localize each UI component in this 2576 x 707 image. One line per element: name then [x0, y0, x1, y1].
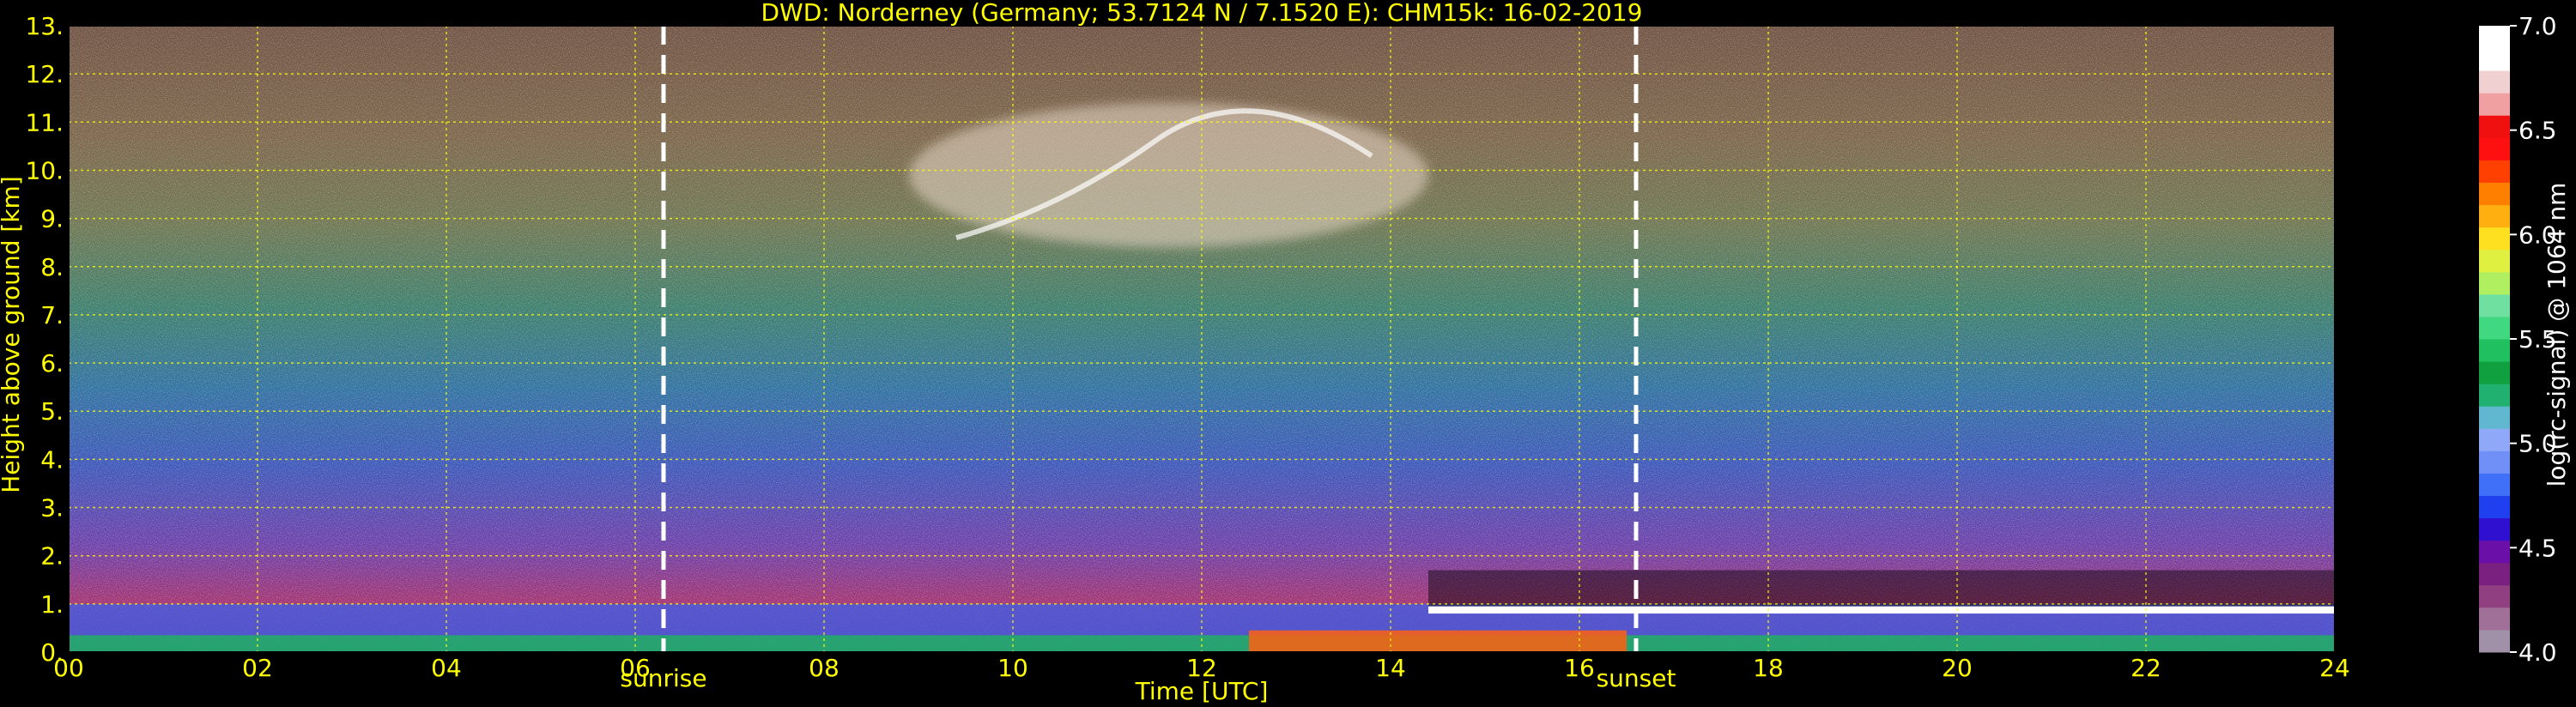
- dense-aerosol-layer: [1249, 630, 1627, 652]
- colorbar-tick-label: 4.0: [2518, 638, 2557, 667]
- sunset-label: sunset: [1597, 664, 1676, 692]
- low-cloud-top: [1428, 606, 2335, 614]
- y-axis-label: Height above ground [km]: [0, 176, 25, 493]
- colorbar-segment: [2479, 182, 2510, 206]
- x-tick-label: 02: [242, 654, 273, 682]
- x-axis-label: Time [UTC]: [1135, 677, 1269, 705]
- colorbar-segment: [2479, 629, 2510, 653]
- y-tick-label: 9.: [40, 205, 64, 233]
- y-tick-label: 1.: [40, 590, 64, 619]
- colorbar-tick-label: 4.5: [2518, 534, 2557, 562]
- colorbar-segment: [2479, 160, 2510, 183]
- y-tick-label: 11.: [25, 108, 64, 136]
- colorbar-segment: [2479, 517, 2510, 541]
- colorbar-segment: [2479, 384, 2510, 407]
- y-tick-label: 6.: [40, 349, 64, 378]
- colorbar-segment: [2479, 227, 2510, 251]
- ceilometer-chart: sunrise sunset 00 02 04 06 08 10 12 14 16 18 20 22 24…: [0, 0, 2571, 705]
- colorbar-segment: [2479, 48, 2510, 71]
- x-tick-label: 18: [1753, 654, 1784, 682]
- colorbar-segment: [2479, 271, 2510, 295]
- colorbar-segment: [2479, 293, 2510, 317]
- colorbar-segment: [2479, 584, 2510, 608]
- y-tick-label: 4.: [40, 445, 64, 474]
- y-tick-label: 2.: [40, 542, 64, 571]
- colorbar-segment: [2479, 204, 2510, 228]
- colorbar-segment: [2479, 495, 2510, 519]
- x-tick-label: 20: [1942, 654, 1973, 682]
- x-tick-label: 16: [1564, 654, 1595, 682]
- x-tick-label: 04: [431, 654, 462, 682]
- y-tick-label: 3.: [40, 494, 64, 523]
- y-tick-label: 0.: [40, 638, 64, 667]
- x-tick-label: 10: [997, 654, 1028, 682]
- x-tick-label: 14: [1375, 654, 1406, 682]
- colorbar-label: log(rc-signal) @ 1064 nm: [2543, 183, 2571, 487]
- colorbar-segment: [2479, 115, 2510, 138]
- colorbar-segment: [2479, 137, 2510, 160]
- aerosol-layer: [69, 635, 2335, 652]
- chart-title: DWD: Norderney (Germany; 53.7124 N / 7.1…: [761, 0, 1642, 27]
- colorbar-segment: [2479, 406, 2510, 429]
- colorbar-segment: [2479, 361, 2510, 384]
- x-tick-label: 22: [2131, 654, 2161, 682]
- colorbar-segment: [2479, 473, 2510, 496]
- colorbar-segment: [2479, 450, 2510, 474]
- colorbar-tick-label: 7.0: [2518, 12, 2557, 40]
- colorbar-segment: [2479, 339, 2510, 362]
- x-tick-label: 06: [620, 654, 651, 682]
- y-tick-label: 13.: [25, 12, 64, 40]
- colorbar-segment: [2479, 249, 2510, 273]
- colorbar-tick-label: 6.5: [2518, 117, 2557, 145]
- colorbar-segment: [2479, 93, 2510, 116]
- y-tick-label: 10.: [25, 156, 64, 184]
- x-tick-label: 24: [2319, 654, 2350, 682]
- cloud-shadow: [1428, 570, 2335, 607]
- colorbar-segment: [2479, 562, 2510, 586]
- colorbar-segment: [2479, 540, 2510, 564]
- y-tick-label: 5.: [40, 397, 64, 426]
- colorbar-segment: [2479, 26, 2510, 49]
- y-tick-label: 12.: [25, 60, 64, 88]
- colorbar-segment: [2479, 70, 2510, 94]
- colorbar-segment: [2479, 316, 2510, 340]
- colorbar-segment: [2479, 607, 2510, 631]
- y-tick-label: 8.: [40, 253, 64, 281]
- colorbar-segment: [2479, 428, 2510, 451]
- x-tick-label: 08: [809, 654, 839, 682]
- y-tick-label: 7.: [40, 301, 64, 329]
